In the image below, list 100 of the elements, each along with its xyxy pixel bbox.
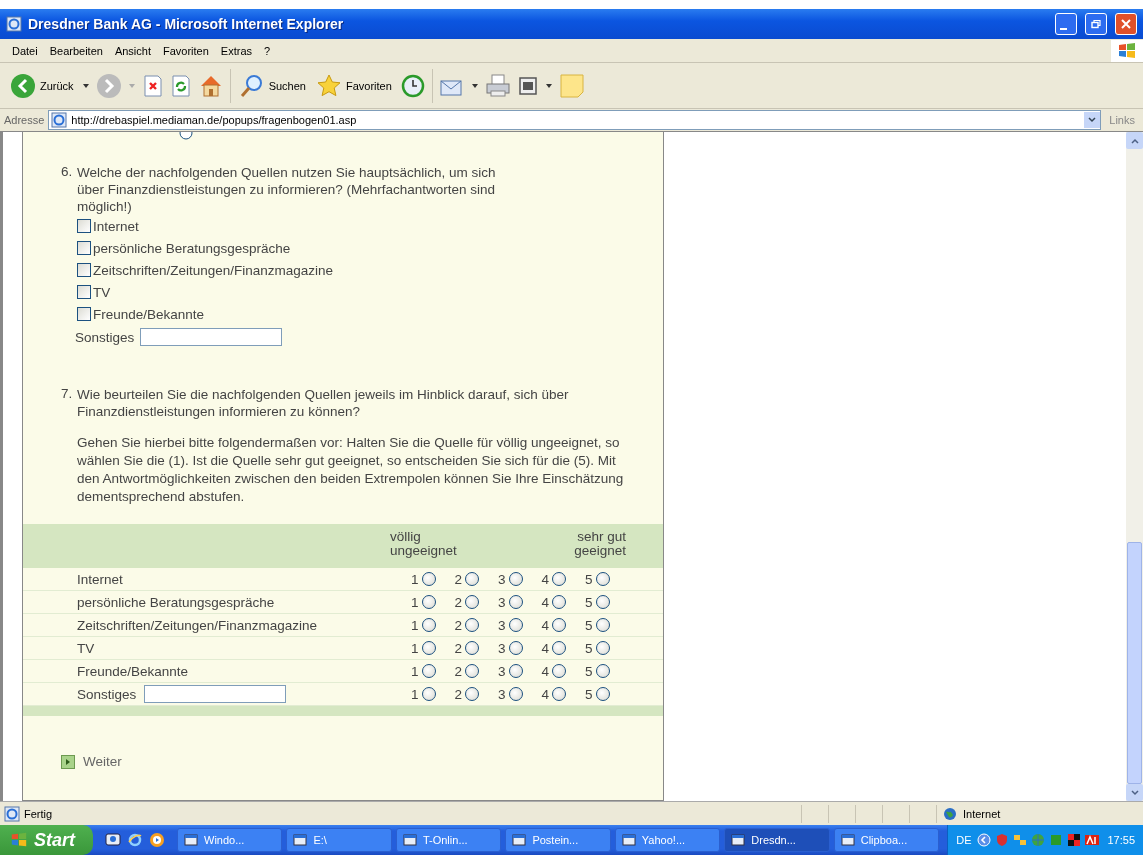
taskbar-button[interactable]: T-Onlin... xyxy=(395,828,502,852)
restore-button[interactable] xyxy=(1085,13,1107,35)
taskbar-button[interactable]: Dresdn... xyxy=(724,828,830,852)
stop-icon[interactable] xyxy=(141,74,164,97)
dropdown-icon[interactable] xyxy=(1088,116,1097,124)
radio-button[interactable] xyxy=(552,687,567,701)
radio-button[interactable] xyxy=(508,595,523,609)
radio-button[interactable] xyxy=(508,664,523,678)
taskbar-button[interactable]: Postein... xyxy=(505,828,611,852)
checkbox[interactable] xyxy=(77,285,91,299)
question-text: Welche der nachfolgenden Quellen nutzen Sie hauptsächlich, um sich über Finanzdienstleistungen zu informieren? (Mehrfachantworten sind möglich!) xyxy=(77,164,497,215)
taskbar-button[interactable]: E:\ xyxy=(286,828,392,852)
radio-button[interactable] xyxy=(465,641,480,655)
radio-button[interactable] xyxy=(595,572,610,586)
radio-button[interactable] xyxy=(595,595,610,609)
browser-icon[interactable] xyxy=(127,832,143,848)
checkbox[interactable] xyxy=(77,219,91,233)
rating-number: 4 xyxy=(541,594,550,610)
radio-button[interactable] xyxy=(508,687,523,701)
media-player-icon[interactable] xyxy=(149,832,165,848)
radio-button[interactable] xyxy=(552,572,567,586)
radio-button[interactable] xyxy=(179,132,193,140)
graphics-icon[interactable] xyxy=(1085,833,1100,847)
radio-button[interactable] xyxy=(595,641,610,655)
flag-icon[interactable] xyxy=(1067,833,1082,847)
radio-button[interactable] xyxy=(595,687,610,701)
option-label: Internet xyxy=(93,218,139,234)
printer-icon[interactable] xyxy=(484,72,511,99)
rating-number: 1 xyxy=(411,640,419,656)
row-label: Internet xyxy=(77,571,123,587)
radio-button[interactable] xyxy=(508,641,523,655)
radio-button[interactable] xyxy=(595,664,610,678)
rating-number: 2 xyxy=(454,640,463,656)
option-label: TV xyxy=(93,284,111,300)
checkbox[interactable] xyxy=(77,307,91,321)
text-input[interactable] xyxy=(144,685,287,703)
taskbar-button[interactable]: Yahoo!... xyxy=(614,828,721,852)
menu-item[interactable]: Favoriten xyxy=(159,44,217,57)
radio-button[interactable] xyxy=(552,618,567,632)
radio-button[interactable] xyxy=(465,687,480,701)
checkbox[interactable] xyxy=(77,241,91,255)
text-input[interactable] xyxy=(140,328,283,346)
favorites-button[interactable]: Favoriten xyxy=(313,70,394,101)
menu-item[interactable]: Bearbeiten xyxy=(45,44,111,57)
address-label: Adresse xyxy=(4,114,45,126)
browser-icon xyxy=(6,16,22,32)
menu-item[interactable]: Ansicht xyxy=(110,44,159,57)
radio-button[interactable] xyxy=(552,664,567,678)
row-label: Freunde/Bekannte xyxy=(77,663,189,679)
radio-button[interactable] xyxy=(465,595,480,609)
minimize-icon xyxy=(1060,28,1067,30)
address-field[interactable]: http://drebaspiel.mediaman.de/popups/fragenbogen01.asp xyxy=(48,110,1102,130)
radio-button[interactable] xyxy=(421,618,436,632)
radio-button[interactable] xyxy=(552,595,567,609)
taskbar-button[interactable]: Clipboa... xyxy=(833,828,940,852)
back-button[interactable]: Zurück xyxy=(8,70,76,101)
rating-number: 5 xyxy=(585,663,593,679)
rating-number: 3 xyxy=(498,571,506,587)
radio-button[interactable] xyxy=(421,664,436,678)
rating-number: 1 xyxy=(411,594,419,610)
caret-icon[interactable] xyxy=(470,81,479,90)
radio-button[interactable] xyxy=(421,687,436,701)
menu-item[interactable]: Extras xyxy=(216,44,261,57)
scroll-down-icon[interactable] xyxy=(1130,788,1139,797)
chevron-icon[interactable] xyxy=(977,833,992,847)
rating-number: 2 xyxy=(454,663,463,679)
radio-button[interactable] xyxy=(465,618,480,632)
checkbox[interactable] xyxy=(77,263,91,277)
minimize-button[interactable] xyxy=(1055,13,1077,35)
radio-button[interactable] xyxy=(465,664,480,678)
instruction-text: Gehen Sie hierbei bitte folgendermaßen vor: Halten Sie die Quelle für völlig ungeeignet, so wählen Sie die (1). Ist die Quelle sehr gut geeignet, so entscheiden Sie sich für die (5). Mit den Antwortmöglichkeiten zwischen den beiden Extrempolen können Sie Ihre Einschätzung dementsprechend abstufen. xyxy=(77,434,625,506)
refresh-icon[interactable] xyxy=(169,74,192,97)
radio-button[interactable] xyxy=(508,618,523,632)
close-button[interactable] xyxy=(1115,13,1137,35)
rating-number: 5 xyxy=(585,617,593,633)
search-button[interactable]: Suchen xyxy=(236,70,308,101)
radio-button[interactable] xyxy=(552,641,567,655)
star-icon xyxy=(315,72,342,99)
scroll-up-icon[interactable] xyxy=(1130,136,1139,145)
radio-button[interactable] xyxy=(421,572,436,586)
caret-icon[interactable] xyxy=(81,81,90,90)
rating-number: 1 xyxy=(411,571,419,587)
document-icon[interactable] xyxy=(516,74,539,97)
menu-item[interactable]: ? xyxy=(260,44,279,57)
history-icon[interactable] xyxy=(399,72,426,99)
radio-button[interactable] xyxy=(465,572,480,586)
caret-icon[interactable] xyxy=(544,81,553,90)
radio-button[interactable] xyxy=(421,595,436,609)
status-text: Fertig xyxy=(24,807,53,820)
row-label: persönliche Beratungsgespräche xyxy=(77,594,275,610)
desktop-icon[interactable] xyxy=(105,832,121,848)
taskbar-button[interactable]: Windo... xyxy=(177,828,283,852)
next-link[interactable]: Weiter xyxy=(83,754,122,769)
menu-item[interactable]: Datei xyxy=(8,44,46,57)
option-label: persönliche Beratungsgespräche xyxy=(93,240,291,256)
scrollbar[interactable] xyxy=(1126,132,1143,801)
radio-button[interactable] xyxy=(595,618,610,632)
radio-button[interactable] xyxy=(421,641,436,655)
rating-number: 5 xyxy=(585,594,593,610)
radio-button[interactable] xyxy=(508,572,523,586)
